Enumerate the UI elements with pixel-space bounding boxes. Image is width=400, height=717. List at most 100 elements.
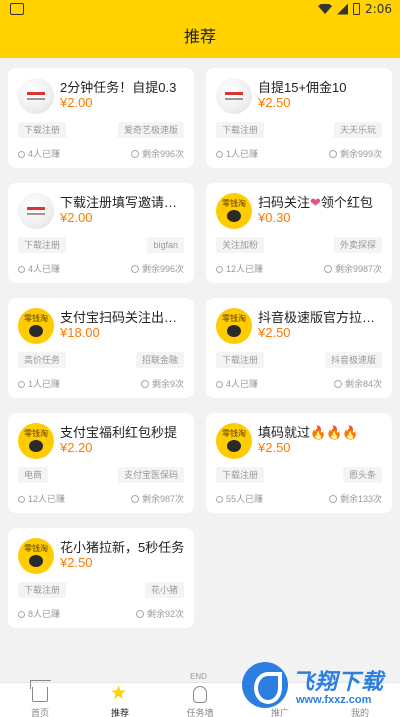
task-category-tag: 电商 bbox=[18, 467, 49, 483]
task-avatar: 零钱淘 bbox=[18, 423, 54, 459]
task-price: ¥2.50 bbox=[258, 440, 291, 455]
task-earned-count: 1人已赚 bbox=[216, 147, 258, 160]
nav-label: 推荐 bbox=[110, 708, 129, 717]
nav-task-wall[interactable]: 任务墙 bbox=[160, 683, 240, 717]
task-price: ¥2.00 bbox=[60, 95, 93, 110]
person-icon bbox=[216, 496, 223, 503]
task-app-tag: bigfan bbox=[147, 237, 184, 253]
task-remaining: 剩余84次 bbox=[333, 377, 382, 390]
task-card[interactable]: 零钱淘 抖音极速版官方拉新… ¥2.50 下载注册 抖音极速版 4人已赚 剩余8… bbox=[206, 298, 392, 398]
person-icon bbox=[18, 496, 25, 503]
battery-icon bbox=[353, 3, 361, 15]
task-earned-count: 4人已赚 bbox=[18, 262, 60, 275]
task-card[interactable]: 零钱淘 扫码关注❤领个红包 ¥0.30 关注加粉 外卖探探 12人已赚 剩余99… bbox=[206, 183, 392, 283]
app-notification-icon bbox=[10, 3, 24, 15]
person-icon bbox=[216, 151, 223, 158]
nav-label: 首页 bbox=[30, 708, 49, 717]
task-card[interactable]: 零钱淘 填码就过🔥🔥🔥 ¥2.50 下载注册 恩头条 55人已赚 剩余133次 bbox=[206, 413, 392, 513]
task-remaining: 剩余996次 bbox=[130, 147, 184, 160]
task-avatar: 零钱淘 bbox=[216, 423, 252, 459]
task-title: 花小猪拉新，5秒任务 bbox=[60, 540, 185, 555]
task-avatar bbox=[18, 193, 54, 229]
task-category-tag: 下载注册 bbox=[18, 582, 67, 598]
task-avatar: 零钱淘 bbox=[18, 308, 54, 344]
clock-icon bbox=[323, 265, 332, 273]
task-card[interactable]: 零钱淘 支付宝扫码关注出额度 ¥18.00 高价任务 招联金融 1人已赚 剩余9… bbox=[8, 298, 194, 398]
clock-icon bbox=[333, 380, 342, 388]
task-card[interactable]: 零钱淘 支付宝福利红包秒提 ¥2.20 电商 支付宝医保码 12人已赚 剩余98… bbox=[8, 413, 194, 513]
task-title: 扫码关注❤领个红包 bbox=[258, 195, 373, 210]
task-card[interactable]: 零钱淘 花小猪拉新，5秒任务 ¥2.50 下载注册 花小猪 8人已赚 剩余92次 bbox=[8, 528, 194, 628]
task-category-tag: 下载注册 bbox=[18, 237, 67, 253]
clock-icon bbox=[130, 150, 139, 158]
nav-label: 任务墙 bbox=[186, 708, 214, 717]
fire-icon: 🔥🔥🔥 bbox=[310, 425, 359, 440]
task-title: 下载注册填写邀请码… bbox=[60, 195, 188, 210]
wifi-icon bbox=[318, 4, 333, 14]
task-earned-count: 4人已赚 bbox=[216, 377, 258, 390]
status-bar: 2:06 bbox=[0, 0, 400, 18]
page-title: 推荐 bbox=[0, 18, 400, 58]
task-category-tag: 高价任务 bbox=[18, 352, 67, 368]
list-end-label: END bbox=[190, 672, 207, 681]
person-icon bbox=[18, 151, 25, 158]
task-app-tag: 支付宝医保码 bbox=[117, 467, 184, 483]
task-price: ¥2.50 bbox=[60, 555, 93, 570]
watermark-text: 飞翔下载 bbox=[292, 669, 385, 694]
task-remaining: 剩余987次 bbox=[130, 492, 184, 505]
watermark-logo-icon bbox=[242, 662, 288, 708]
task-avatar bbox=[18, 78, 54, 114]
task-title: 支付宝扫码关注出额度 bbox=[60, 310, 188, 325]
task-avatar: 零钱淘 bbox=[216, 308, 252, 344]
clock-icon bbox=[140, 380, 149, 388]
task-category-tag: 关注加粉 bbox=[216, 237, 265, 253]
task-title: 填码就过🔥🔥🔥 bbox=[258, 425, 359, 440]
task-card[interactable]: 2分钟任务！自提0.3 ¥2.00 下载注册 爱奇艺极速版 4人已赚 剩余996… bbox=[8, 68, 194, 168]
task-price: ¥18.00 bbox=[60, 325, 100, 340]
task-earned-count: 12人已赚 bbox=[18, 492, 65, 505]
clock-icon bbox=[328, 150, 337, 158]
task-remaining: 剩余133次 bbox=[328, 492, 382, 505]
task-app-tag: 爱奇艺极速版 bbox=[117, 122, 184, 138]
task-title: 抖音极速版官方拉新… bbox=[258, 310, 386, 325]
task-icon bbox=[193, 686, 207, 703]
task-earned-count: 1人已赚 bbox=[18, 377, 60, 390]
task-remaining: 剩余996次 bbox=[130, 262, 184, 275]
task-title: 自提15+佣金10 bbox=[258, 80, 347, 95]
task-app-tag: 抖音极速版 bbox=[324, 352, 382, 368]
clock-icon bbox=[135, 610, 144, 618]
watermark: 飞翔下载 www.fxxz.com bbox=[240, 660, 400, 715]
task-category-tag: 下载注册 bbox=[216, 467, 265, 483]
person-icon bbox=[216, 266, 223, 273]
task-remaining: 剩余92次 bbox=[135, 607, 184, 620]
task-card[interactable]: 自提15+佣金10 ¥2.50 下载注册 天天乐玩 1人已赚 剩余999次 bbox=[206, 68, 392, 168]
watermark-url: www.fxxz.com bbox=[296, 694, 372, 706]
task-price: ¥2.50 bbox=[258, 95, 291, 110]
task-price: ¥2.20 bbox=[60, 440, 93, 455]
task-app-tag: 天天乐玩 bbox=[333, 122, 382, 138]
task-avatar: 零钱淘 bbox=[18, 538, 54, 574]
person-icon bbox=[18, 266, 25, 273]
clock-icon bbox=[130, 495, 139, 503]
task-avatar bbox=[216, 78, 252, 114]
status-time: 2:06 bbox=[365, 2, 392, 16]
clock-icon bbox=[328, 495, 337, 503]
star-icon: ★ bbox=[110, 683, 128, 704]
task-app-tag: 恩头条 bbox=[342, 467, 382, 483]
home-icon bbox=[32, 687, 48, 702]
task-category-tag: 下载注册 bbox=[18, 122, 67, 138]
person-icon bbox=[216, 381, 223, 388]
task-earned-count: 12人已赚 bbox=[216, 262, 263, 275]
task-title: 支付宝福利红包秒提 bbox=[60, 425, 178, 440]
nav-home[interactable]: 首页 bbox=[0, 683, 80, 717]
task-price: ¥2.50 bbox=[258, 325, 291, 340]
person-icon bbox=[18, 611, 25, 618]
task-category-tag: 下载注册 bbox=[216, 352, 265, 368]
task-app-tag: 花小猪 bbox=[144, 582, 184, 598]
task-app-tag: 招联金融 bbox=[135, 352, 184, 368]
task-card[interactable]: 下载注册填写邀请码… ¥2.00 下载注册 bigfan 4人已赚 剩余996次 bbox=[8, 183, 194, 283]
task-avatar: 零钱淘 bbox=[216, 193, 252, 229]
task-earned-count: 55人已赚 bbox=[216, 492, 263, 505]
task-earned-count: 4人已赚 bbox=[18, 147, 60, 160]
nav-recommend[interactable]: ★ 推荐 bbox=[80, 683, 160, 717]
